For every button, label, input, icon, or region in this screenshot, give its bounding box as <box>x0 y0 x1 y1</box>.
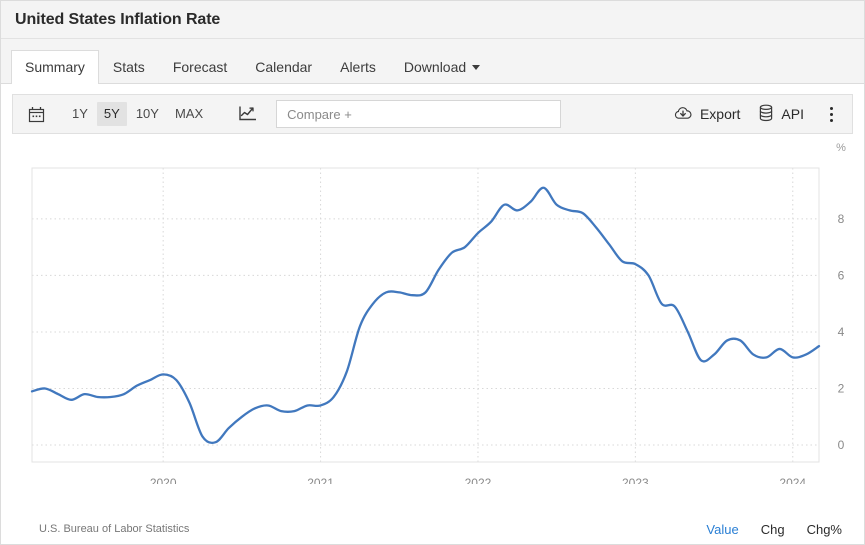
tab-label: Download <box>403 59 467 75</box>
y-axis-tick-label: 8 <box>838 212 845 226</box>
y-axis-tick-label: 0 <box>838 438 845 452</box>
metric-button-chg[interactable]: Chg% <box>807 522 842 537</box>
calendar-icon[interactable] <box>21 99 51 129</box>
toolbar-right-group: Export API <box>655 99 844 129</box>
range-button-max[interactable]: MAX <box>168 102 210 126</box>
data-series-line[interactable] <box>30 186 821 445</box>
export-label: Export <box>699 106 741 122</box>
export-button[interactable]: Export <box>673 105 740 124</box>
range-button-10y[interactable]: 10Y <box>129 102 166 126</box>
toolbar-wrapper: 1Y 5Y 10Y MAX Compare + Export API <box>1 84 864 134</box>
panel-header: United States Inflation Rate <box>1 1 864 39</box>
page-title: United States Inflation Rate <box>15 10 221 28</box>
y-axis-tick-label: 6 <box>838 268 845 282</box>
tab-forecast[interactable]: Forecast <box>159 50 241 84</box>
line-chart-icon[interactable] <box>232 99 262 129</box>
x-axis-tick-label: 2024 <box>779 476 806 484</box>
tab-alerts[interactable]: Alerts <box>326 50 390 84</box>
y-axis-tick-label: 4 <box>838 325 845 339</box>
range-button-5y[interactable]: 5Y <box>96 102 127 126</box>
tab-calendar[interactable]: Calendar <box>241 50 326 84</box>
y-axis-unit-label: % <box>836 142 846 154</box>
x-axis-tick-label: 2023 <box>622 476 649 484</box>
inflation-line-chart[interactable]: % 0 2 4 6 8 2020 2021 2022 2023 2024 <box>1 134 864 484</box>
tab-label: Summary <box>25 59 85 75</box>
x-axis-tick-label: 2022 <box>465 476 492 484</box>
chart-toolbar: 1Y 5Y 10Y MAX Compare + Export API <box>12 94 853 134</box>
tab-label: Alerts <box>340 59 376 75</box>
tab-download[interactable]: Download <box>390 50 494 84</box>
chevron-down-icon <box>472 64 481 70</box>
tab-summary[interactable]: Summary <box>11 50 99 84</box>
chart-container: % 0 2 4 6 8 2020 2021 2022 2023 2024 <box>1 134 864 514</box>
metric-toggle-group: Value Chg Chg% <box>684 522 842 537</box>
database-icon <box>758 104 774 125</box>
x-axis-tick-label: 2021 <box>307 476 334 484</box>
cloud-download-icon <box>673 105 693 124</box>
api-label: API <box>781 106 804 122</box>
range-selector: 1Y 5Y 10Y MAX <box>65 102 212 126</box>
inflation-chart-panel: United States Inflation Rate Summary Stat… <box>0 0 865 545</box>
tab-label: Calendar <box>255 59 313 75</box>
tab-label: Stats <box>112 59 145 75</box>
chart-footer: U.S. Bureau of Labor Statistics Value Chg… <box>1 514 864 544</box>
metric-button-value[interactable]: Value <box>706 522 738 537</box>
data-source-label: U.S. Bureau of Labor Statistics <box>39 523 190 535</box>
kebab-menu-icon[interactable] <box>818 99 844 129</box>
compare-input[interactable] <box>276 100 562 128</box>
x-axis-tick-label: 2020 <box>150 476 177 484</box>
tab-label: Forecast <box>172 59 228 75</box>
plot-frame <box>31 167 820 463</box>
tab-bar: Summary Stats Forecast Calendar Alerts Downlo… <box>1 39 864 84</box>
metric-button-chg[interactable]: Chg <box>761 522 785 537</box>
tab-stats[interactable]: Stats <box>99 50 159 84</box>
api-button[interactable]: API <box>758 104 804 125</box>
y-axis-tick-label: 2 <box>838 382 845 396</box>
range-button-1y[interactable]: 1Y <box>65 102 95 126</box>
